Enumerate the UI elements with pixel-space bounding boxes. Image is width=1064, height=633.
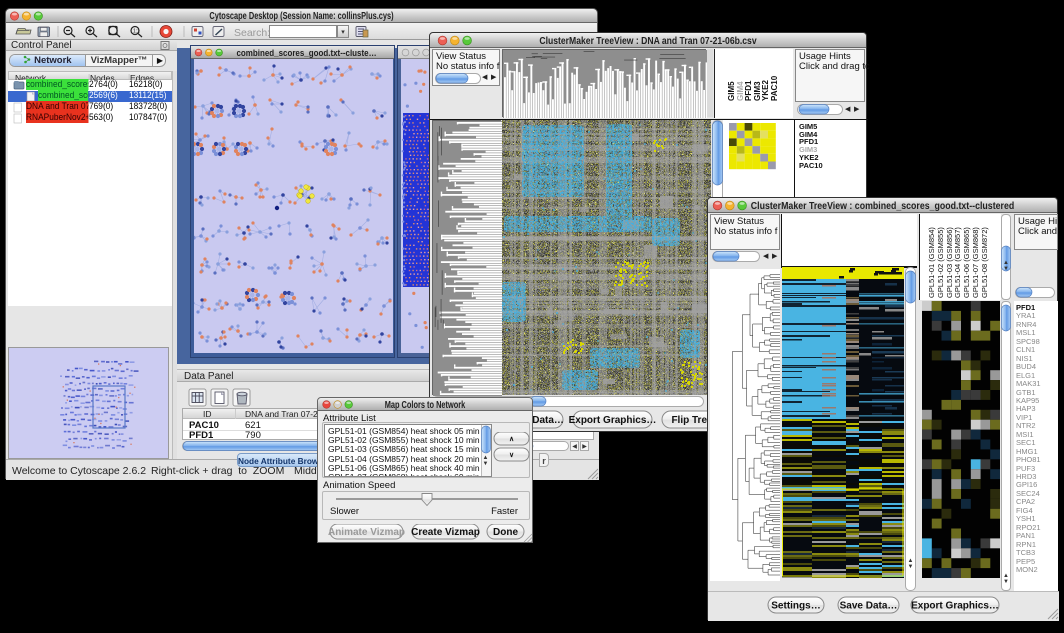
svg-text:∧: ∧ <box>509 436 514 443</box>
svg-text:Faster: Faster <box>491 506 518 517</box>
svg-text:∨: ∨ <box>509 452 514 459</box>
svg-text:Export Graphics…: Export Graphics… <box>911 601 999 612</box>
svg-text:Save Data…: Save Data… <box>840 601 898 612</box>
svg-text:Animate Vizmap: Animate Vizmap <box>328 527 405 538</box>
svg-text:Create Vizmap: Create Vizmap <box>411 527 480 538</box>
svg-text:Done: Done <box>493 527 518 538</box>
svg-text:Slower: Slower <box>330 506 359 517</box>
svg-text:Settings…: Settings… <box>771 601 820 612</box>
svg-text:Export Graphics…: Export Graphics… <box>569 415 657 426</box>
svg-text:1:1: 1:1 <box>133 29 140 35</box>
